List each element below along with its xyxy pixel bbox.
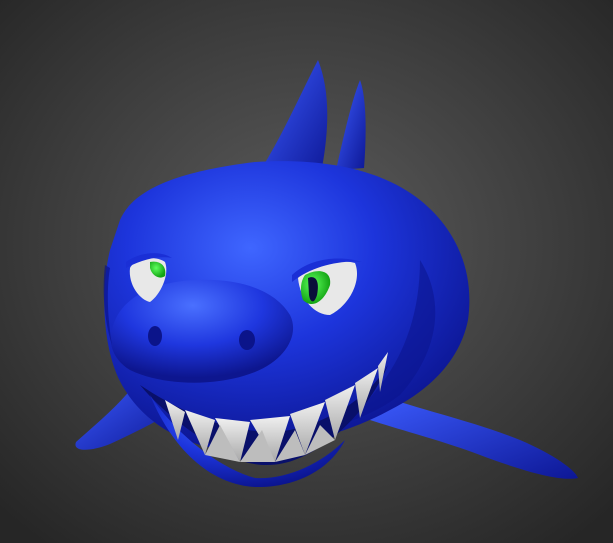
right-nostril <box>239 330 255 350</box>
shark-render <box>0 0 613 543</box>
3d-viewport[interactable] <box>0 0 613 543</box>
left-nostril <box>148 326 162 346</box>
